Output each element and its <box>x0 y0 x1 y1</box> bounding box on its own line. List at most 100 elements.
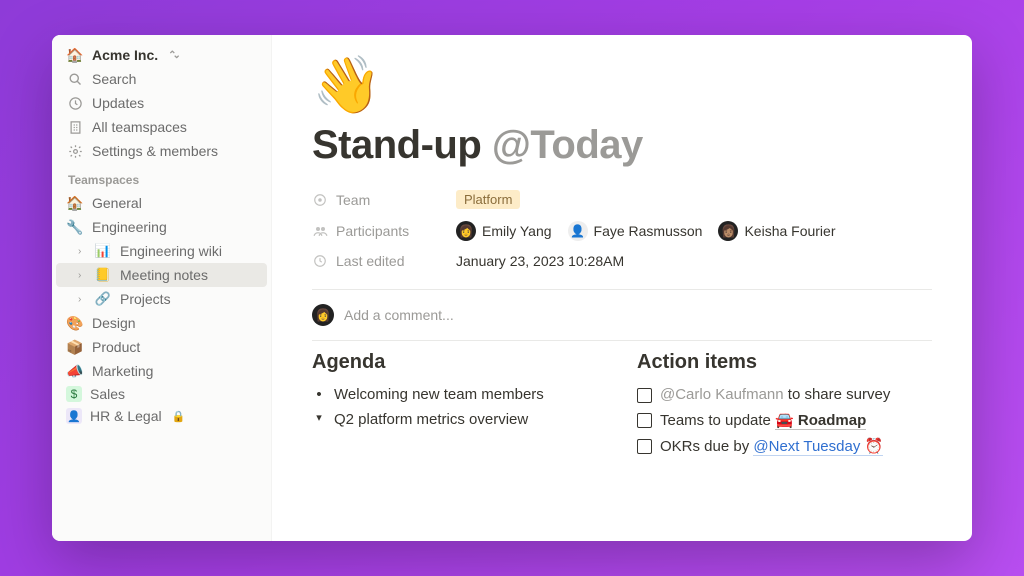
teamspace-label: Marketing <box>92 363 153 379</box>
participant[interactable]: 👩🏽 Keisha Fourier <box>718 221 835 241</box>
link-icon: 🔗 <box>94 290 112 308</box>
chevron-right-icon: › <box>78 246 88 257</box>
title-text: Stand-up <box>312 123 492 167</box>
nav-label: Updates <box>92 95 144 111</box>
nav-label: Search <box>92 71 136 87</box>
participant[interactable]: 👩 Emily Yang <box>456 221 552 241</box>
checkbox[interactable] <box>637 388 652 403</box>
action-items-heading[interactable]: Action items <box>637 351 932 374</box>
title-date-mention[interactable]: @Today <box>492 123 643 167</box>
page-title[interactable]: Stand-up @Today <box>312 123 932 168</box>
wrench-icon: 🔧 <box>66 218 84 236</box>
teamspace-general[interactable]: 🏠 General <box>56 191 267 215</box>
agenda-text: Welcoming new team members <box>334 386 544 403</box>
agenda-text: Q2 platform metrics overview <box>334 411 528 428</box>
todo-item[interactable]: Teams to update 🚘 Roadmap <box>637 407 932 433</box>
add-comment[interactable]: 👩 Add a comment... <box>312 300 932 340</box>
teamspace-label: Engineering <box>92 219 167 235</box>
teamspace-label: General <box>92 195 142 211</box>
property-label: Team <box>336 192 370 208</box>
sidebar-item-label: Meeting notes <box>120 267 208 283</box>
agenda-item-toggle[interactable]: ▾ Q2 platform metrics overview <box>312 407 607 432</box>
page-content: 👋 Stand-up @Today Team Platform <box>272 35 972 541</box>
toggle-icon[interactable]: ▾ <box>312 411 326 424</box>
teamspace-label: HR & Legal <box>90 408 162 424</box>
participant[interactable]: 👤 Faye Rasmusson <box>568 221 703 241</box>
team-tag[interactable]: Platform <box>456 190 520 209</box>
property-label: Participants <box>336 223 409 239</box>
nav-search[interactable]: Search <box>56 67 267 91</box>
sidebar-item-label: Projects <box>120 291 171 307</box>
content-columns: Agenda • Welcoming new team members ▾ Q2… <box>312 351 932 459</box>
chevron-updown-icon: ⌃⌄ <box>168 50 177 61</box>
action-items-column: Action items @Carlo Kaufmann to share su… <box>637 351 932 459</box>
todo-text: to share survey <box>784 386 891 403</box>
gear-icon <box>66 142 84 160</box>
bullet-icon: • <box>312 386 326 403</box>
checkbox[interactable] <box>637 439 652 454</box>
teamspace-label: Product <box>92 339 140 355</box>
clock-icon <box>66 94 84 112</box>
notebook-icon: 📒 <box>94 266 112 284</box>
page-properties: Team Platform Participants 👩 Emil <box>312 184 932 275</box>
property-last-edited[interactable]: Last edited January 23, 2023 10:28AM <box>312 247 932 275</box>
clock-icon <box>312 253 328 269</box>
teamspace-label: Design <box>92 315 136 331</box>
date-mention[interactable]: @Next Tuesday ⏰ <box>753 438 883 456</box>
teamspace-label: Sales <box>90 386 125 402</box>
nav-all-teamspaces[interactable]: All teamspaces <box>56 115 267 139</box>
teamspace-marketing[interactable]: 📣 Marketing <box>56 359 267 383</box>
search-icon <box>66 70 84 88</box>
avatar: 👩 <box>456 221 476 241</box>
nav-updates[interactable]: Updates <box>56 91 267 115</box>
workspace-switcher[interactable]: 🏠 Acme Inc. ⌃⌄ <box>56 43 267 67</box>
agenda-column: Agenda • Welcoming new team members ▾ Q2… <box>312 351 607 459</box>
todo-text: OKRs due by <box>660 438 753 455</box>
divider <box>312 340 932 341</box>
participant-name: Faye Rasmusson <box>594 223 703 239</box>
dollar-icon: $ <box>66 386 82 402</box>
teamspace-product[interactable]: 📦 Product <box>56 335 267 359</box>
todo-item[interactable]: @Carlo Kaufmann to share survey <box>637 382 932 407</box>
lock-icon: 🔒 <box>172 410 186 423</box>
nav-label: Settings & members <box>92 143 218 159</box>
agenda-heading[interactable]: Agenda <box>312 351 607 374</box>
page-icon[interactable]: 👋 <box>312 57 932 113</box>
property-label: Last edited <box>336 253 405 269</box>
avatar: 👤 <box>568 221 588 241</box>
people-icon <box>312 223 328 239</box>
sidebar: 🏠 Acme Inc. ⌃⌄ Search Updates <box>52 35 272 541</box>
person-mention[interactable]: @Carlo Kaufmann <box>660 386 784 403</box>
link-text: Roadmap <box>794 412 867 429</box>
property-participants[interactable]: Participants 👩 Emily Yang 👤 Faye Rasmuss… <box>312 215 932 247</box>
car-icon: 🚘 <box>775 412 794 429</box>
target-icon <box>312 192 328 208</box>
teamspace-engineering[interactable]: 🔧 Engineering <box>56 215 267 239</box>
agenda-item[interactable]: • Welcoming new team members <box>312 382 607 407</box>
sidebar-item-engineering-wiki[interactable]: › 📊 Engineering wiki <box>56 239 267 263</box>
todo-text: Teams to update <box>660 412 775 429</box>
avatar: 👩 <box>312 304 334 326</box>
teamspace-hr-legal[interactable]: 👤 HR & Legal 🔒 <box>56 405 267 427</box>
house-icon: 🏠 <box>66 194 84 212</box>
teamspace-design[interactable]: 🎨 Design <box>56 311 267 335</box>
package-icon: 📦 <box>66 338 84 356</box>
page-link[interactable]: 🚘 Roadmap <box>775 412 866 430</box>
chart-icon: 📊 <box>94 242 112 260</box>
checkbox[interactable] <box>637 413 652 428</box>
todo-item[interactable]: OKRs due by @Next Tuesday ⏰ <box>637 433 932 459</box>
property-team[interactable]: Team Platform <box>312 184 932 215</box>
palette-icon: 🎨 <box>66 314 84 332</box>
megaphone-icon: 📣 <box>66 362 84 380</box>
building-icon <box>66 118 84 136</box>
sidebar-item-meeting-notes[interactable]: › 📒 Meeting notes <box>56 263 267 287</box>
teamspace-sales[interactable]: $ Sales <box>56 383 267 405</box>
home-icon: 🏠 <box>66 46 84 64</box>
nav-settings[interactable]: Settings & members <box>56 139 267 163</box>
sidebar-item-projects[interactable]: › 🔗 Projects <box>56 287 267 311</box>
avatar: 👩🏽 <box>718 221 738 241</box>
person-icon: 👤 <box>66 408 82 424</box>
teamspaces-section-label: Teamspaces <box>56 163 267 191</box>
participant-name: Emily Yang <box>482 223 552 239</box>
divider <box>312 289 932 290</box>
